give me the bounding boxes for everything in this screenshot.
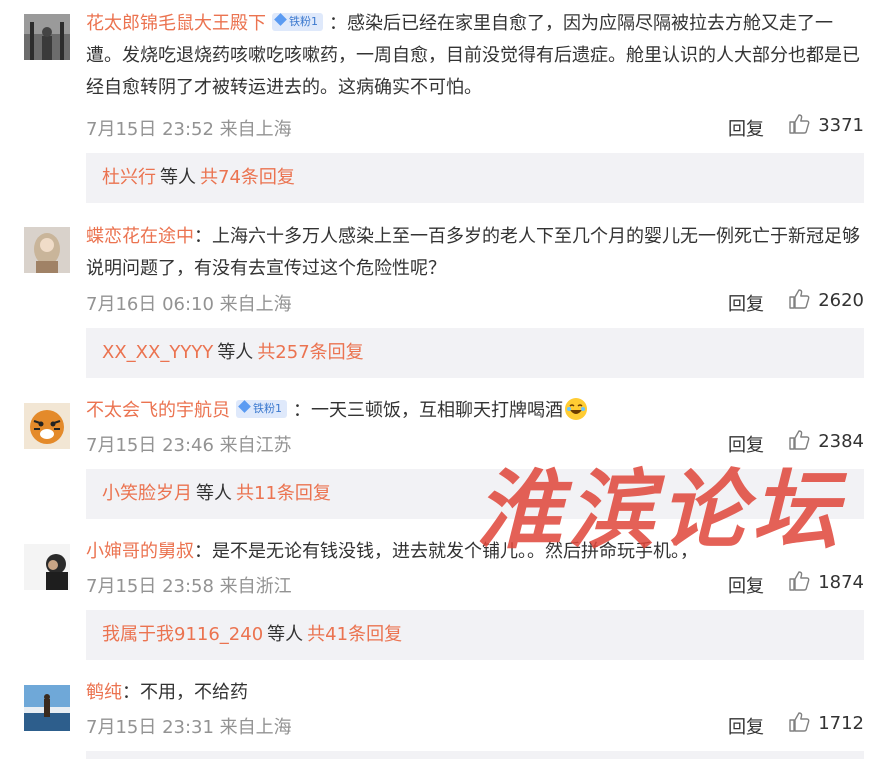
avatar[interactable] xyxy=(24,14,70,60)
sub-replies-box-partial[interactable] xyxy=(86,751,864,759)
thumbs-up-icon xyxy=(789,712,810,732)
comment-text: 不用，不给药 xyxy=(140,682,248,703)
badge-label: 铁粉1 xyxy=(253,402,282,415)
comment-time: 7月15日 23:58 来自浙江 xyxy=(86,576,292,597)
comment-time: 7月15日 23:31 来自上海 xyxy=(86,717,292,738)
sub-reply-user[interactable]: 小笑脸岁月 xyxy=(102,483,192,504)
reply-button[interactable]: 回复 xyxy=(728,713,764,739)
colon: ： xyxy=(194,541,212,562)
avatar[interactable] xyxy=(24,685,70,731)
avatar[interactable] xyxy=(24,544,70,590)
sub-reply-user[interactable]: XX_XX_YYYY xyxy=(102,342,213,363)
colon: ： xyxy=(329,13,347,34)
comment-time: 7月16日 06:10 来自上海 xyxy=(86,294,292,315)
comment-meta: 7月15日 23:58 来自浙江 回复 1874 xyxy=(86,571,864,600)
colon: ： xyxy=(293,400,311,421)
like-count: 3371 xyxy=(818,115,864,136)
fan-badge[interactable]: 铁粉1 xyxy=(236,400,287,418)
sub-reply-user[interactable]: 我属于我9116_240 xyxy=(102,624,263,645)
username-link[interactable]: 小婶哥的舅叔 xyxy=(86,541,194,562)
sub-reply-count[interactable]: 共74条回复 xyxy=(200,167,295,188)
avatar[interactable] xyxy=(24,227,70,273)
diamond-icon xyxy=(238,400,251,413)
colon: ： xyxy=(194,226,212,247)
thumbs-up-icon xyxy=(789,289,810,309)
sub-reply-count[interactable]: 共11条回复 xyxy=(236,483,331,504)
like-count: 1874 xyxy=(818,572,864,593)
watermark: 淮滨论坛 xyxy=(476,460,844,561)
comment-body: 鹌纯：不用，不给药 xyxy=(86,677,864,709)
reply-button[interactable]: 回复 xyxy=(728,290,764,316)
comment-meta: 7月15日 23:31 来自上海 回复 1712 xyxy=(86,712,864,741)
diamond-icon xyxy=(274,13,287,26)
sub-reply-etc: 等人 xyxy=(267,624,304,645)
avatar[interactable] xyxy=(24,403,70,449)
reply-button[interactable]: 回复 xyxy=(728,115,764,141)
comment-meta: 7月16日 06:10 来自上海 回复 2620 xyxy=(86,289,864,318)
comment-meta: 7月15日 23:52 来自上海 回复 3371 xyxy=(86,114,864,143)
sub-reply-etc: 等人 xyxy=(217,342,254,363)
sub-replies-box[interactable]: 杜兴行 等人 共74条回复 xyxy=(86,153,864,203)
like-count: 2620 xyxy=(818,290,864,311)
comment-body: 蝶恋花在途中：上海六十多万人感染上至一百多岁的老人下至几个月的婴儿无一例死亡于新… xyxy=(86,221,864,285)
thumbs-up-icon xyxy=(789,571,810,591)
reply-button[interactable]: 回复 xyxy=(728,572,764,598)
username-link[interactable]: 蝶恋花在途中 xyxy=(86,226,194,247)
username-link[interactable]: 花太郎锦毛鼠大王殿下 xyxy=(86,13,266,34)
fan-badge[interactable]: 铁粉1 xyxy=(272,13,323,31)
like-button[interactable]: 3371 xyxy=(788,114,864,137)
sub-reply-count[interactable]: 共41条回复 xyxy=(307,624,402,645)
comment-time: 7月15日 23:46 来自江苏 xyxy=(86,435,292,456)
like-count: 1712 xyxy=(818,713,864,734)
sub-reply-etc: 等人 xyxy=(196,483,232,504)
badge-label: 铁粉1 xyxy=(289,15,318,28)
comment-text: 一天三顿饭，互相聊天打牌喝酒 xyxy=(311,400,563,421)
sub-replies-box[interactable]: 我属于我9116_240 等人 共41条回复 xyxy=(86,610,864,660)
like-button[interactable]: 1874 xyxy=(788,571,864,594)
comment-body: 花太郎锦毛鼠大王殿下 铁粉1 ：感染后已经在家里自愈了，因为应隔尽隔被拉去方舱又走了… xyxy=(86,8,864,104)
comment-body: 不太会飞的宇航员 铁粉1 ：一天三顿饭，互相聊天打牌喝酒 xyxy=(86,395,864,427)
like-button[interactable]: 1712 xyxy=(788,712,864,735)
laughing-emoji-icon xyxy=(565,398,587,420)
colon: ： xyxy=(122,682,140,703)
sub-reply-etc: 等人 xyxy=(160,167,196,188)
sub-reply-count[interactable]: 共257条回复 xyxy=(257,342,363,363)
sub-reply-user[interactable]: 杜兴行 xyxy=(102,167,156,188)
sub-replies-box[interactable]: XX_XX_YYYY 等人 共257条回复 xyxy=(86,328,864,378)
like-button[interactable]: 2620 xyxy=(788,289,864,312)
thumbs-up-icon xyxy=(789,114,810,134)
username-link[interactable]: 不太会飞的宇航员 xyxy=(86,400,230,421)
username-link[interactable]: 鹌纯 xyxy=(86,682,122,703)
comment-time: 7月15日 23:52 来自上海 xyxy=(86,119,292,140)
